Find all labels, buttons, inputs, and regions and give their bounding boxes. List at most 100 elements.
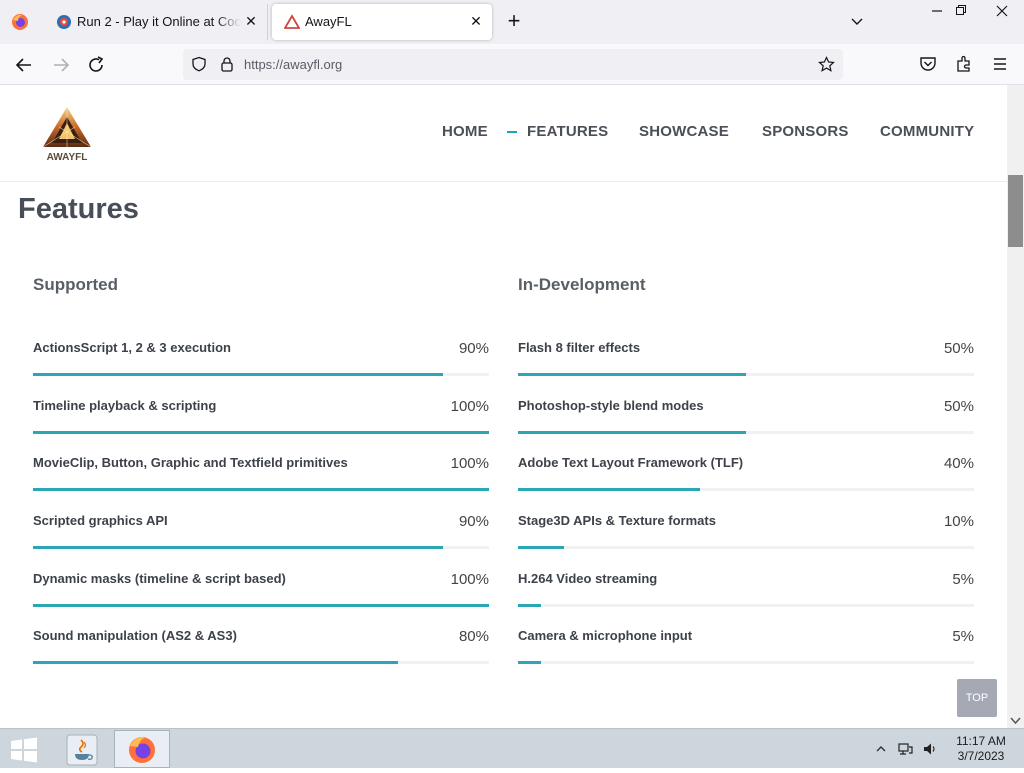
feature-label: Stage3D APIs & Texture formats: [518, 513, 716, 529]
page-scrollbar[interactable]: [1007, 85, 1024, 728]
feature-percent: 80%: [458, 628, 489, 646]
page-title: Features: [18, 193, 139, 225]
back-to-top-button[interactable]: TOP: [957, 679, 997, 717]
supported-list: ActionsScript 1, 2 & 3 execution 90% Timel…: [33, 340, 489, 686]
progress-fill: [33, 430, 489, 434]
close-tab-icon[interactable]: ✕: [468, 13, 484, 29]
feature-percent: 5%: [952, 628, 974, 646]
in-development-heading: In-Development: [518, 275, 646, 294]
progress-fill: [518, 603, 541, 607]
tab-strip: Run 2 - Play it Online at Coolmath Games…: [0, 0, 1024, 44]
feature-label: Dynamic masks (timeline & script based): [33, 570, 286, 586]
url-text[interactable]: https://awayfl.org: [244, 57, 342, 72]
tracking-protection-shield-icon[interactable]: [191, 56, 207, 72]
network-icon[interactable]: [897, 741, 913, 757]
feature-row: Dynamic masks (timeline & script based) 1…: [33, 571, 489, 629]
progress-fill: [518, 430, 746, 434]
nav-community[interactable]: COMMUNITY: [880, 123, 974, 140]
feature-percent: 50%: [943, 340, 974, 357]
tab-awayfl[interactable]: AwayFL ✕: [272, 4, 492, 40]
progress-track: [518, 430, 974, 434]
nav-sponsors[interactable]: SPONSORS: [762, 123, 849, 140]
url-bar[interactable]: https://awayfl.org: [183, 49, 843, 80]
feature-row: Stage3D APIs & Texture formats 10%: [518, 513, 974, 571]
progress-track: [33, 603, 489, 607]
volume-icon[interactable]: [922, 741, 938, 757]
feature-percent: 100%: [450, 397, 489, 415]
lock-icon[interactable]: [219, 56, 235, 72]
app-menu-icon[interactable]: [991, 55, 1009, 73]
extensions-icon[interactable]: [955, 55, 973, 73]
feature-percent: 50%: [943, 397, 974, 415]
feature-row: Adobe Text Layout Framework (TLF) 40%: [518, 455, 974, 513]
list-all-tabs-icon[interactable]: [849, 13, 865, 29]
feature-row: ActionsScript 1, 2 & 3 execution 90%: [33, 340, 489, 398]
close-window-button[interactable]: [985, 0, 1019, 22]
new-tab-button[interactable]: +: [503, 10, 525, 33]
feature-label: Flash 8 filter effects: [518, 340, 641, 355]
progress-track: [33, 373, 489, 376]
feature-percent: 5%: [952, 570, 974, 588]
progress-fill: [33, 603, 489, 607]
progress-track: [33, 430, 489, 434]
progress-fill: [518, 488, 701, 492]
system-clock[interactable]: 11:17 AM 3/7/2023: [945, 734, 1017, 764]
feature-label: Timeline playback & scripting: [33, 397, 217, 413]
page-viewport: AWAYFL HOME FEATURES SHOWCASE SPONSORS C…: [0, 85, 1007, 728]
progress-fill: [33, 661, 398, 665]
restore-button[interactable]: [944, 0, 978, 22]
feature-row: Camera & microphone input 5%: [518, 628, 974, 686]
feature-row: Timeline playback & scripting 100%: [33, 398, 489, 456]
clock-date: 3/7/2023: [957, 749, 1005, 763]
feature-label: Camera & microphone input: [518, 628, 693, 644]
feature-row: Sound manipulation (AS2 & AS3) 80%: [33, 628, 489, 686]
firefox-menu-icon[interactable]: [11, 13, 29, 31]
scroll-down-arrow-icon[interactable]: [1010, 715, 1021, 726]
site-header: AWAYFL HOME FEATURES SHOWCASE SPONSORS C…: [0, 85, 1007, 182]
close-tab-icon[interactable]: ✕: [243, 13, 259, 29]
pocket-icon[interactable]: [919, 55, 937, 73]
clock-time: 11:17 AM: [956, 734, 1006, 748]
feature-label: H.264 Video streaming: [518, 570, 658, 586]
feature-percent: 90%: [458, 340, 489, 357]
progress-track: [33, 546, 489, 550]
nav-active-indicator: [507, 131, 517, 133]
feature-label: ActionsScript 1, 2 & 3 execution: [33, 340, 231, 355]
taskbar-firefox-app[interactable]: [114, 730, 170, 768]
show-hidden-icons-icon[interactable]: [873, 741, 889, 757]
progress-fill: [33, 488, 489, 492]
supported-heading: Supported: [33, 275, 118, 294]
bookmark-star-icon[interactable]: [818, 56, 835, 73]
reload-icon[interactable]: [84, 53, 108, 77]
tab-coolmath[interactable]: Run 2 - Play it Online at Coolmath Games…: [44, 4, 268, 40]
awayfl-logo[interactable]: AWAYFL: [40, 105, 94, 163]
windows-start-icon[interactable]: [10, 737, 38, 763]
navigation-toolbar: https://awayfl.org: [0, 44, 1024, 85]
feature-label: Adobe Text Layout Framework (TLF): [518, 455, 744, 471]
feature-percent: 10%: [943, 513, 974, 531]
feature-percent: 40%: [943, 455, 974, 473]
progress-track: [33, 488, 489, 492]
logo-wordmark: AWAYFL: [47, 152, 88, 163]
awayfl-favicon-icon: [284, 14, 300, 29]
tab-title: Run 2 - Play it Online at Coolmath Games: [77, 14, 241, 29]
back-icon[interactable]: [12, 53, 36, 77]
in-development-list: Flash 8 filter effects 50% Photoshop-style…: [518, 340, 974, 686]
java-icon: [66, 734, 98, 766]
feature-percent: 90%: [458, 513, 489, 531]
nav-showcase[interactable]: SHOWCASE: [639, 123, 729, 140]
progress-fill: [518, 373, 746, 376]
nav-home[interactable]: HOME: [442, 123, 488, 140]
scrollbar-thumb[interactable]: [1008, 175, 1023, 247]
taskbar-java-app[interactable]: [54, 730, 110, 768]
feature-label: Scripted graphics API: [33, 513, 168, 529]
feature-label: Sound manipulation (AS2 & AS3): [33, 628, 237, 644]
nav-features[interactable]: FEATURES: [527, 123, 608, 140]
forward-icon[interactable]: [49, 53, 73, 77]
feature-percent: 100%: [450, 455, 489, 473]
coolmath-favicon-icon: [57, 15, 71, 29]
feature-row: H.264 Video streaming 5%: [518, 571, 974, 629]
feature-label: Photoshop-style blend modes: [518, 397, 704, 413]
progress-fill: [33, 546, 444, 550]
feature-label: MovieClip, Button, Graphic and Textfield…: [33, 455, 348, 471]
